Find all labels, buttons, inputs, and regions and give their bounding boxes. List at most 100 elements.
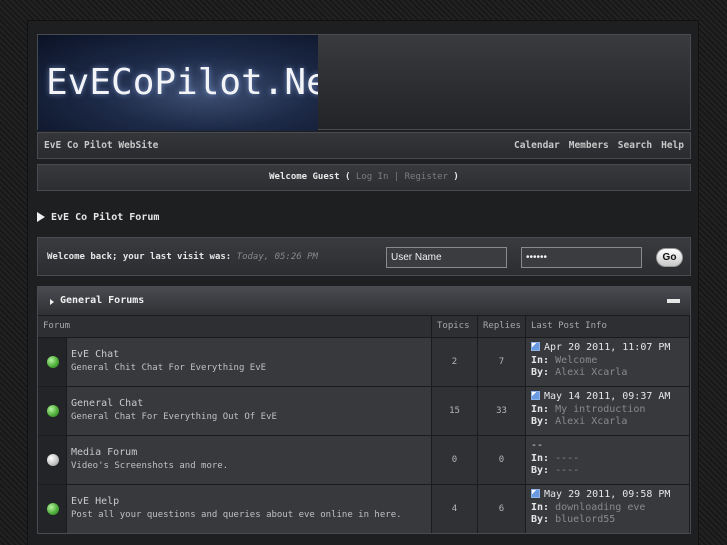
go-button[interactable]: Go <box>656 248 683 267</box>
last-post-topic-link[interactable]: downloading eve <box>555 502 645 513</box>
last-post-cell: Apr 20 2011, 11:07 PM In: Welcome By: Alex… <box>526 337 690 386</box>
last-post-date: May 14 2011, 09:37 AM <box>544 391 671 402</box>
forum-replies-count: 6 <box>478 484 526 533</box>
forum-category: General Forums Forum Topics Replies Last… <box>37 286 691 534</box>
forum-status-cell <box>38 484 67 533</box>
last-post-in-line: In: downloading eve <box>531 502 689 515</box>
last-post-cell: -- In: ---- By: ---- <box>526 435 690 484</box>
forum-topics-count: 0 <box>432 435 478 484</box>
forum-topics-count: 2 <box>432 337 478 386</box>
in-label: In: <box>531 403 550 415</box>
last-visit-label: Welcome back; your last visit was: <box>47 252 232 262</box>
header-banner: EvECoPilot.Net <box>37 34 691 131</box>
nav-links: Calendar Members Search Help <box>514 140 684 151</box>
welcome-close-paren: ) <box>453 172 459 182</box>
logo-text: EvECoPilot.Net <box>46 62 318 103</box>
triangle-right-icon <box>37 212 45 222</box>
welcome-greeting: Welcome Guest <box>269 172 340 182</box>
forum-topics-count: 4 <box>432 484 478 533</box>
forum-description: General Chit Chat For Everything EvE <box>71 363 267 373</box>
register-link[interactable]: Register <box>405 172 448 182</box>
nav-link-calendar[interactable]: Calendar <box>514 140 560 151</box>
last-post-topic-link[interactable]: My introduction <box>555 404 645 415</box>
by-label: By: <box>531 367 550 378</box>
forum-info-cell: EvE Help Post all your questions and quer… <box>67 484 432 533</box>
last-post-date-line: -- <box>531 440 689 453</box>
by-label: By: <box>531 465 550 476</box>
last-post-date: May 29 2011, 09:58 PM <box>544 489 671 500</box>
last-post-date: -- <box>531 440 544 451</box>
last-post-topic-link[interactable]: Welcome <box>555 355 597 366</box>
breadcrumb-title[interactable]: EvE Co Pilot Forum <box>51 212 159 223</box>
site-logo[interactable]: EvECoPilot.Net <box>38 35 318 131</box>
page-wrapper: EvECoPilot.Net EvE Co Pilot WebSite Cale… <box>27 20 699 545</box>
by-label: By: <box>531 416 550 427</box>
last-post-by-line: By: Alexi Xcarla <box>531 416 689 429</box>
username-input[interactable]: User Name <box>386 247 507 268</box>
last-post-in-line: In: ---- <box>531 453 689 466</box>
last-post-date-line: Apr 20 2011, 11:07 PM <box>531 342 689 355</box>
forum-name-link[interactable]: EvE Chat <box>71 349 431 360</box>
last-post-date: Apr 20 2011, 11:07 PM <box>544 342 671 353</box>
forum-status-cell <box>38 435 67 484</box>
last-post-author-link[interactable]: ---- <box>555 465 579 476</box>
last-post-topic-link[interactable]: ---- <box>555 453 579 464</box>
forum-topics-count: 15 <box>432 386 478 435</box>
last-post-cell: May 14 2011, 09:37 AM In: My introduction… <box>526 386 690 435</box>
in-label: In: <box>531 501 550 513</box>
welcome-open-paren: ( <box>345 172 351 182</box>
page-inner: EvECoPilot.Net EvE Co Pilot WebSite Cale… <box>37 34 691 534</box>
last-post-date-line: May 29 2011, 09:58 PM <box>531 489 689 502</box>
last-post-by-line: By: Alexi Xcarla <box>531 367 689 380</box>
forum-status-icon <box>47 356 59 368</box>
forum-replies-count: 33 <box>478 386 526 435</box>
forum-name-link[interactable]: EvE Help <box>71 496 431 507</box>
forum-status-icon <box>47 503 59 515</box>
welcome-separator: | <box>393 172 400 182</box>
last-post-in-line: In: My introduction <box>531 404 689 417</box>
header-forum: Forum <box>38 315 432 337</box>
category-header: General Forums <box>38 287 690 315</box>
last-post-by-line: By: bluelord55 <box>531 514 689 527</box>
nav-link-members[interactable]: Members <box>569 140 609 151</box>
login-link[interactable]: Log In <box>356 172 389 182</box>
last-post-icon[interactable] <box>531 489 540 498</box>
in-label: In: <box>531 452 550 464</box>
last-post-author-link[interactable]: Alexi Xcarla <box>555 367 627 378</box>
forum-name-link[interactable]: General Chat <box>71 398 431 409</box>
in-label: In: <box>531 354 550 366</box>
forum-replies-count: 7 <box>478 337 526 386</box>
forum-table: Forum Topics Replies Last Post Info EvE … <box>38 315 690 533</box>
password-input[interactable]: •••••• <box>521 247 642 268</box>
nav-link-help[interactable]: Help <box>661 140 684 151</box>
header-topics: Topics <box>432 315 478 337</box>
nav-bar: EvE Co Pilot WebSite Calendar Members Se… <box>37 132 691 159</box>
by-label: By: <box>531 514 550 525</box>
forum-status-icon <box>47 454 59 466</box>
last-post-icon[interactable] <box>531 342 540 351</box>
login-bar: Welcome back; your last visit was: Today… <box>37 237 691 276</box>
forum-description: Post all your questions and queries abou… <box>71 510 402 520</box>
header-last-post: Last Post Info <box>526 315 690 337</box>
forum-replies-count: 0 <box>478 435 526 484</box>
last-visit-time: Today, 05:26 PM <box>236 252 318 262</box>
welcome-bar: Welcome Guest ( Log In | Register ) <box>37 164 691 191</box>
forum-description: General Chat For Everything Out Of EvE <box>71 412 277 422</box>
last-post-author-link[interactable]: Alexi Xcarla <box>555 416 627 427</box>
forum-status-cell <box>38 386 67 435</box>
last-post-in-line: In: Welcome <box>531 355 689 368</box>
forum-name-link[interactable]: Media Forum <box>71 447 431 458</box>
forum-status-cell <box>38 337 67 386</box>
collapse-icon[interactable] <box>667 299 680 303</box>
nav-site-name[interactable]: EvE Co Pilot WebSite <box>44 140 158 151</box>
forum-info-cell: Media Forum Video's Screenshots and more. <box>67 435 432 484</box>
forum-status-icon <box>47 405 59 417</box>
forum-info-cell: General Chat General Chat For Everything … <box>67 386 432 435</box>
breadcrumb: EvE Co Pilot Forum <box>37 209 691 225</box>
last-post-by-line: By: ---- <box>531 465 689 478</box>
last-post-icon[interactable] <box>531 391 540 400</box>
category-title[interactable]: General Forums <box>60 295 144 306</box>
nav-link-search[interactable]: Search <box>618 140 652 151</box>
forum-info-cell: EvE Chat General Chit Chat For Everything… <box>67 337 432 386</box>
last-post-author-link[interactable]: bluelord55 <box>555 514 615 525</box>
